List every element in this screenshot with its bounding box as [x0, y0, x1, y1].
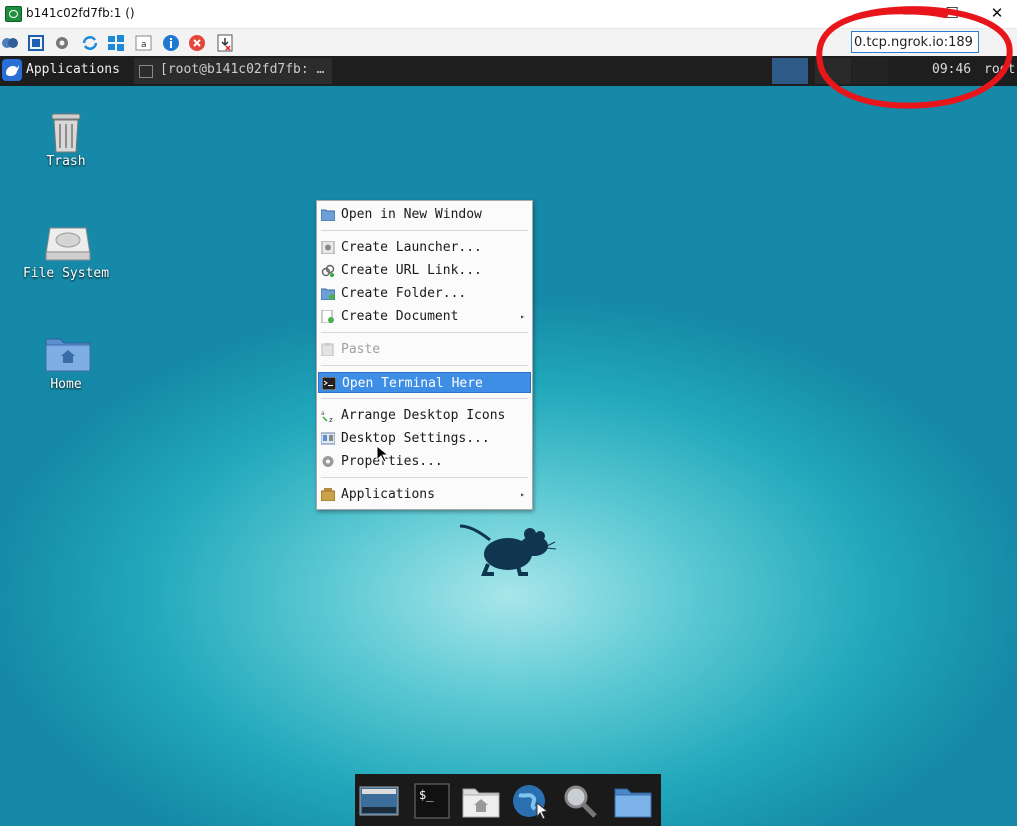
settings-icon[interactable]	[53, 34, 71, 52]
transfer-icon[interactable]	[216, 34, 234, 52]
menu-item-create-launcher[interactable]: Create Launcher...	[318, 237, 531, 258]
new-folder-icon	[321, 288, 335, 300]
maximize-button[interactable]: ☐	[940, 2, 964, 24]
menu-separator	[321, 230, 528, 231]
workspace-1[interactable]	[772, 58, 808, 84]
desktop-context-menu: Open in New Window Create Launcher... Cr…	[316, 200, 533, 510]
clock[interactable]: 09:46	[932, 62, 971, 77]
trash-icon	[51, 113, 81, 153]
home-folder-icon	[45, 338, 91, 372]
desktop-settings-icon	[321, 432, 335, 445]
menu-item-arrange-desktop-icons[interactable]: az Arrange Desktop Icons	[318, 405, 531, 426]
applications-icon	[321, 488, 335, 501]
hard-drive-icon	[45, 227, 91, 261]
properties-icon	[322, 456, 334, 467]
options-icon[interactable]	[1, 34, 19, 52]
close-button[interactable]: ✕	[985, 2, 1009, 24]
search-icon[interactable]	[561, 783, 601, 819]
refresh-icon[interactable]	[81, 34, 99, 52]
applications-menu[interactable]: Applications	[26, 62, 120, 77]
top-panel: Applications [root@b141c02fd7fb: … 09:46…	[0, 56, 1017, 86]
vnc-viewer-icon	[5, 6, 22, 22]
desktop-icon-home[interactable]: Home	[11, 333, 121, 392]
desktop-icon-file-system[interactable]: File System	[11, 222, 121, 281]
info-icon[interactable]	[162, 34, 180, 52]
menu-separator	[321, 365, 528, 366]
taskbar-item-label: [root@b141c02fd7fb: …	[160, 62, 325, 77]
desktop-icon-label: Home	[50, 377, 82, 392]
folder-icon	[321, 209, 335, 221]
paste-icon	[321, 343, 334, 356]
submenu-arrow-icon: ▸	[520, 312, 525, 321]
menu-item-properties[interactable]: Properties...	[318, 451, 531, 472]
terminal-icon[interactable]: $_	[413, 783, 453, 819]
disconnect-icon[interactable]	[188, 34, 206, 52]
menu-item-create-url-link[interactable]: Create URL Link...	[318, 260, 531, 281]
home-folder-icon[interactable]	[461, 783, 501, 819]
files-icon[interactable]	[613, 783, 653, 819]
remote-desktop[interactable]: Applications [root@b141c02fd7fb: … 09:46…	[0, 56, 1017, 826]
fullscreen-icon[interactable]	[27, 34, 45, 52]
desktop-icon-label: File System	[22, 266, 110, 281]
window-titlebar: b141c02fd7fb:1 () — ☐ ✕	[0, 0, 1017, 29]
mouse-cursor-icon	[376, 445, 388, 463]
window-title: b141c02fd7fb:1 ()	[26, 6, 135, 20]
menu-item-open-terminal-here[interactable]: Open Terminal Here	[318, 372, 531, 393]
user-menu[interactable]: root	[984, 62, 1015, 77]
menu-item-applications[interactable]: Applications ▸	[318, 484, 531, 505]
xfce-logo-icon[interactable]	[2, 59, 22, 81]
arrange-icon: az	[321, 410, 333, 422]
submenu-arrow-icon: ▸	[520, 490, 525, 499]
xfce-mouse-logo	[459, 524, 557, 576]
terminal-window-icon	[139, 65, 153, 78]
svg-text:a: a	[321, 410, 325, 417]
svg-text:a: a	[141, 40, 147, 50]
menu-item-create-folder[interactable]: Create Folder...	[318, 283, 531, 304]
address-field[interactable]: 0.tcp.ngrok.io:189	[851, 31, 979, 53]
minimize-button[interactable]: —	[898, 2, 922, 24]
menu-item-desktop-settings[interactable]: Desktop Settings...	[318, 428, 531, 449]
ctrl-alt-del-icon[interactable]: a	[135, 34, 153, 52]
workspace-2[interactable]	[815, 58, 851, 84]
menu-item-open-in-new-window[interactable]: Open in New Window	[318, 204, 531, 225]
launcher-icon	[321, 241, 335, 254]
web-browser-icon[interactable]	[511, 783, 551, 819]
desktop-icon-trash[interactable]: Trash	[11, 110, 121, 169]
new-document-icon	[321, 310, 334, 323]
menu-separator	[321, 332, 528, 333]
menu-separator	[321, 477, 528, 478]
windows-key-icon[interactable]	[107, 34, 125, 52]
link-icon	[321, 264, 335, 277]
dock: $_	[355, 774, 661, 826]
svg-text:z: z	[329, 416, 333, 422]
taskbar-item-terminal[interactable]: [root@b141c02fd7fb: …	[134, 58, 332, 84]
terminal-icon	[322, 377, 336, 390]
desktop-icon-label: Trash	[46, 154, 86, 169]
menu-separator	[321, 398, 528, 399]
menu-item-create-document[interactable]: Create Document ▸	[318, 306, 531, 327]
workspace-3[interactable]	[852, 58, 888, 84]
svg-text:$_: $_	[419, 788, 434, 802]
show-desktop-icon[interactable]	[359, 783, 399, 819]
menu-item-paste: Paste	[318, 339, 531, 360]
